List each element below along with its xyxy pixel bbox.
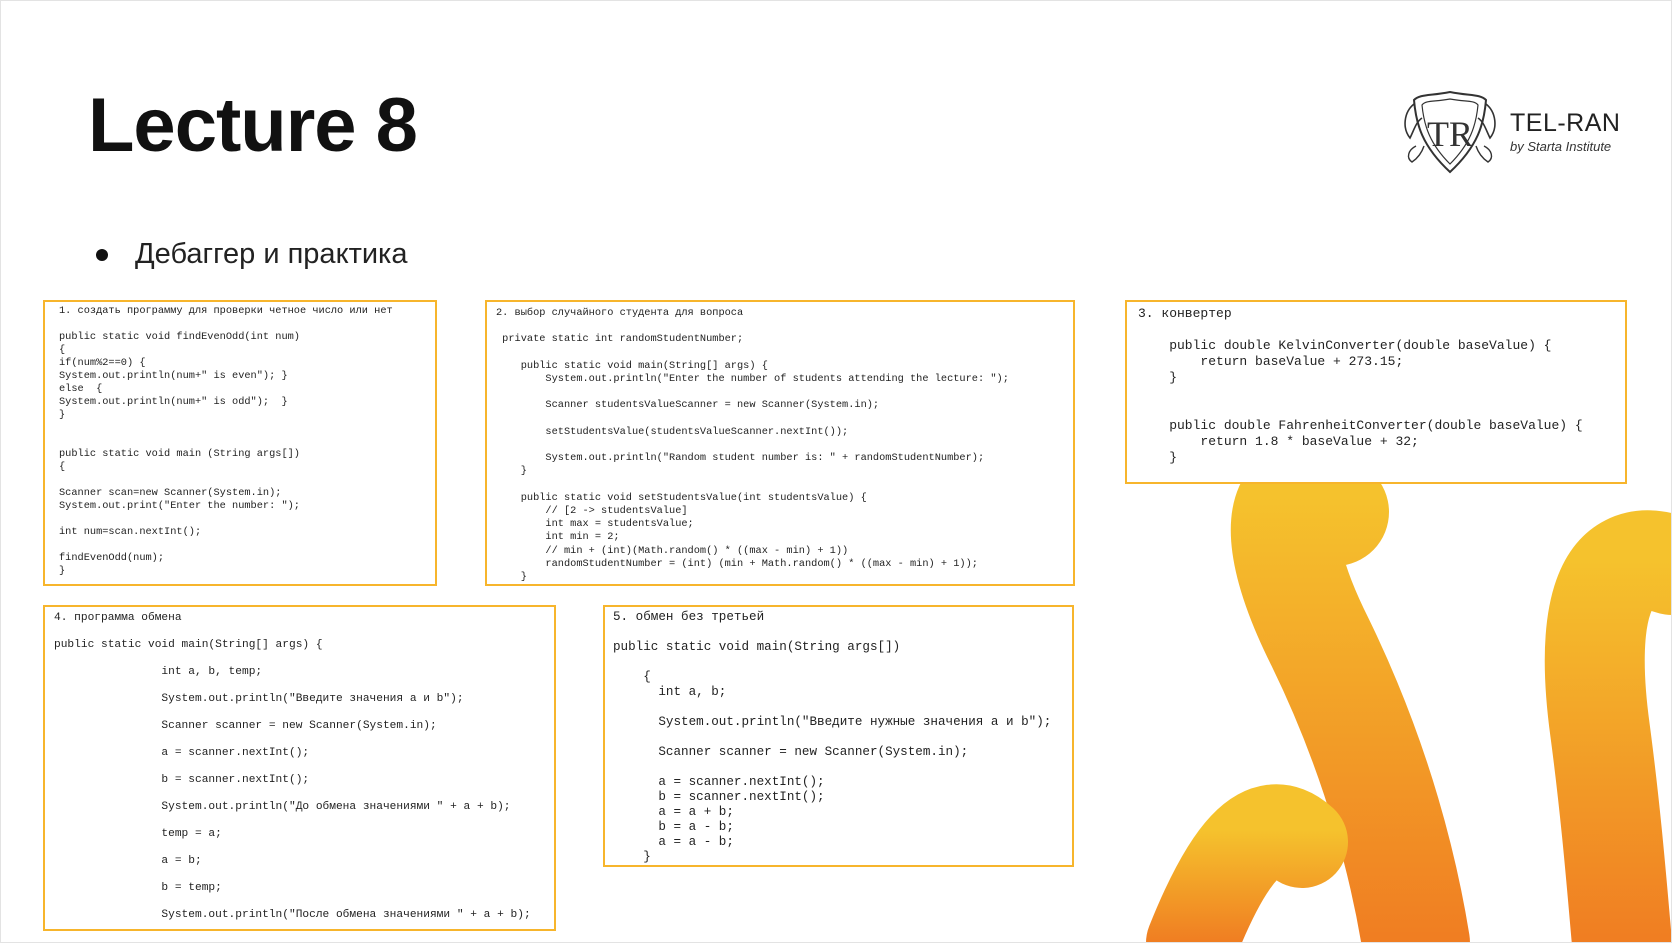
bullet-dot [96, 248, 108, 261]
tel-ran-logo: TR TEL-RAN by Starta Institute [1402, 86, 1620, 178]
code-snippet-swap: 4. программа обмена public static void m… [54, 612, 531, 921]
code-box-converter: 3. конвертер public double KelvinConvert… [1125, 300, 1627, 484]
logo-subtitle: by Starta Institute [1510, 139, 1612, 154]
code-box-swap-no-temp: 5. обмен без третьей public static void … [603, 605, 1074, 867]
code-snippet-random-student: 2. выбор случайного студента для вопроса… [496, 307, 1009, 584]
slide-title: Lecture 8 [88, 83, 418, 168]
tel-ran-crest-icon: TR [1404, 90, 1496, 174]
code-box-even-odd: 1. создать программу для проверки четное… [43, 300, 437, 586]
code-box-swap: 4. программа обмена public static void m… [43, 605, 556, 931]
code-box-random-student: 2. выбор случайного студента для вопроса… [485, 300, 1075, 586]
bullet-item: Дебаггер и практика [96, 238, 408, 271]
code-snippet-swap-no-temp: 5. обмен без третьей public static void … [613, 610, 1052, 864]
slide: Lecture 8 TR TEL-RAN by Starta Institute… [0, 0, 1672, 943]
code-snippet-converter: 3. конвертер public double KelvinConvert… [1138, 306, 1583, 465]
crest-monogram: TR [1427, 114, 1473, 154]
logo-name: TEL-RAN [1510, 109, 1621, 137]
code-snippet-even-odd: 1. создать программу для проверки четное… [59, 305, 393, 577]
bullet-text: Дебаггер и практика [135, 238, 408, 270]
